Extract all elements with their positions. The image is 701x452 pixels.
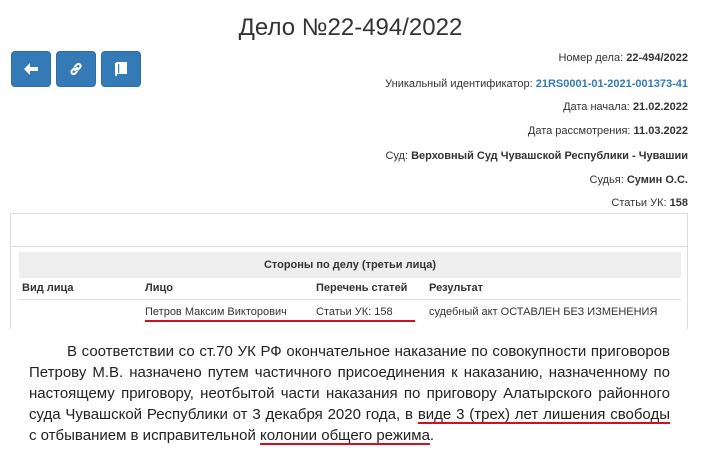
info-value: 22-494/2022	[626, 52, 688, 64]
info-label: Дата начала:	[563, 101, 630, 113]
info-label: Дата рассмотрения:	[527, 125, 631, 137]
col-header-result: Результат	[429, 282, 484, 294]
excerpt-highlight-colony: колонии общего режима	[260, 427, 430, 444]
info-review-date: Дата рассмотрения: 11.03.2022	[528, 125, 688, 137]
table-row-divider	[19, 299, 681, 300]
cell-articles: Статьи УК: 158	[316, 306, 393, 318]
info-start-date: Дата начала: 21.02.2022	[563, 101, 688, 113]
print-button[interactable]	[101, 51, 141, 87]
panel-divider	[11, 246, 687, 247]
info-label: Номер дела:	[558, 52, 624, 64]
info-value: 21.02.2022	[632, 101, 688, 113]
excerpt-text: .	[429, 427, 435, 444]
col-header-person: Лицо	[145, 282, 173, 294]
col-header-articles: Перечень статей	[316, 282, 408, 294]
link-icon	[70, 62, 82, 76]
info-label: Уникальный идентификатор:	[385, 78, 533, 90]
info-label: Судья:	[589, 174, 624, 186]
info-value: 11.03.2022	[633, 125, 688, 137]
info-label: Статьи УК:	[611, 197, 667, 209]
info-value: 158	[669, 197, 688, 209]
unique-id-link[interactable]: 21RS0001-01-2021-001373-41	[536, 78, 688, 90]
excerpt-text: с отбыванием в исправительной	[29, 427, 261, 444]
parties-panel: Стороны по делу (третьи лица) Вид лица Л…	[10, 213, 688, 329]
arrow-left-icon	[24, 63, 38, 75]
col-header-type: Вид лица	[22, 282, 74, 294]
info-value: Верховный Суд Чувашской Республики - Чув…	[411, 150, 688, 162]
cell-person: Петров Максим Викторович	[145, 306, 287, 318]
cell-result: судебный акт ОСТАВЛЕН БЕЗ ИЗМЕНЕНИЯ	[429, 306, 658, 318]
info-court: Суд: Верховный Суд Чувашской Республики …	[385, 150, 688, 162]
info-label: Суд:	[385, 150, 409, 162]
parties-heading: Стороны по делу (третьи лица)	[19, 252, 681, 278]
info-value: Сумин О.С.	[626, 174, 688, 186]
info-articles: Статьи УК: 158	[611, 197, 688, 209]
info-unique-id: Уникальный идентификатор: 21RS0001-01-20…	[385, 78, 688, 90]
info-judge: Судья: Сумин О.С.	[590, 174, 688, 186]
book-icon	[115, 62, 127, 76]
page-title: Дело №22-494/2022	[238, 14, 463, 41]
copy-link-button[interactable]	[56, 51, 96, 87]
excerpt-paragraph: В соответствии со ст.70 УК РФ окончатель…	[29, 341, 670, 446]
back-button[interactable]	[11, 51, 51, 87]
document-excerpt: В соответствии со ст.70 УК РФ окончатель…	[29, 341, 670, 446]
info-case-number: Номер дела: 22-494/2022	[558, 52, 688, 64]
highlight-underline	[145, 320, 415, 322]
excerpt-highlight-term: виде 3 (трех) лет лишения свободы	[417, 406, 670, 423]
